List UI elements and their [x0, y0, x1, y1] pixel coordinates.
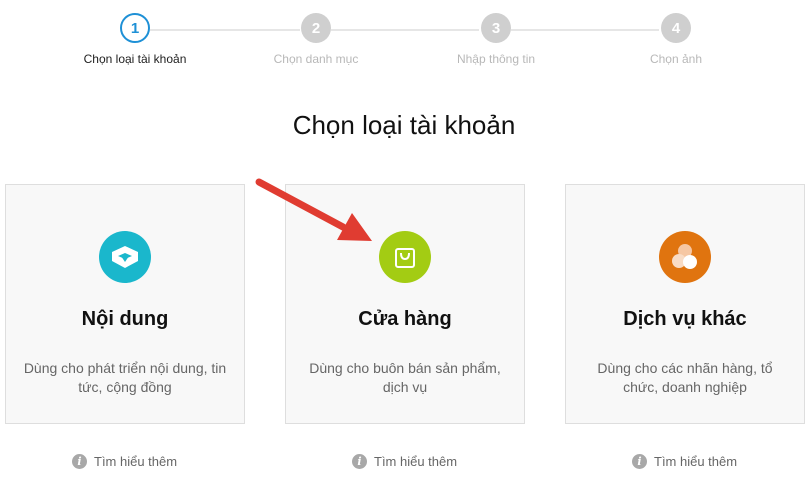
- step-3[interactable]: 3 Nhập thông tin: [426, 13, 566, 66]
- account-type-card-store[interactable]: Cửa hàng Dùng cho buôn bán sản phẩm, dịc…: [285, 184, 525, 424]
- learn-more-label: Tìm hiểu thêm: [94, 453, 178, 469]
- step-4[interactable]: 4 Chọn ảnh: [606, 13, 746, 66]
- step-number: 3: [481, 13, 511, 43]
- card-title: Nội dung: [81, 308, 169, 330]
- page-title: Chọn loại tài khoản: [292, 110, 516, 140]
- services-icon: [659, 231, 711, 283]
- card-title: Cửa hàng: [358, 308, 452, 330]
- content-icon: [99, 231, 151, 283]
- card-description: Dùng cho các nhãn hàng, tổ chức, doanh n…: [597, 360, 773, 395]
- step-number: 2: [301, 13, 331, 43]
- card-title: Dịch vụ khác: [623, 308, 747, 330]
- step-label: Nhập thông tin: [456, 52, 536, 66]
- account-type-card-content[interactable]: Nội dung Dùng cho phát triển nội dung, t…: [5, 184, 245, 424]
- shopping-bag-icon: [379, 231, 431, 283]
- info-icon: i: [72, 453, 87, 469]
- stepper: 1 Chọn loại tài khoản 2 Chọn danh mục 3 …: [0, 13, 808, 73]
- step-label: Chọn danh mục: [273, 52, 359, 66]
- learn-more-link[interactable]: i Tìm hiểu thêm: [352, 452, 457, 470]
- step-label: Chọn ảnh: [649, 52, 703, 66]
- learn-more-link[interactable]: i Tìm hiểu thêm: [632, 452, 737, 470]
- step-number: 1: [120, 13, 150, 43]
- learn-more-label: Tìm hiểu thêm: [374, 453, 458, 469]
- account-type-card-services[interactable]: Dịch vụ khác Dùng cho các nhãn hàng, tổ …: [565, 184, 805, 424]
- info-icon: i: [632, 453, 647, 469]
- info-icon: i: [352, 453, 367, 469]
- learn-more-link[interactable]: i Tìm hiểu thêm: [72, 452, 177, 470]
- learn-more-label: Tìm hiểu thêm: [654, 453, 738, 469]
- card-description: Dùng cho buôn bán sản phẩm, dịch vụ: [309, 360, 501, 395]
- step-number: 4: [661, 13, 691, 43]
- step-label: Chọn loại tài khoản: [83, 52, 187, 66]
- step-1[interactable]: 1 Chọn loại tài khoản: [65, 13, 205, 66]
- step-2[interactable]: 2 Chọn danh mục: [246, 13, 386, 66]
- card-description: Dùng cho phát triển nội dung, tin tức, c…: [23, 360, 227, 395]
